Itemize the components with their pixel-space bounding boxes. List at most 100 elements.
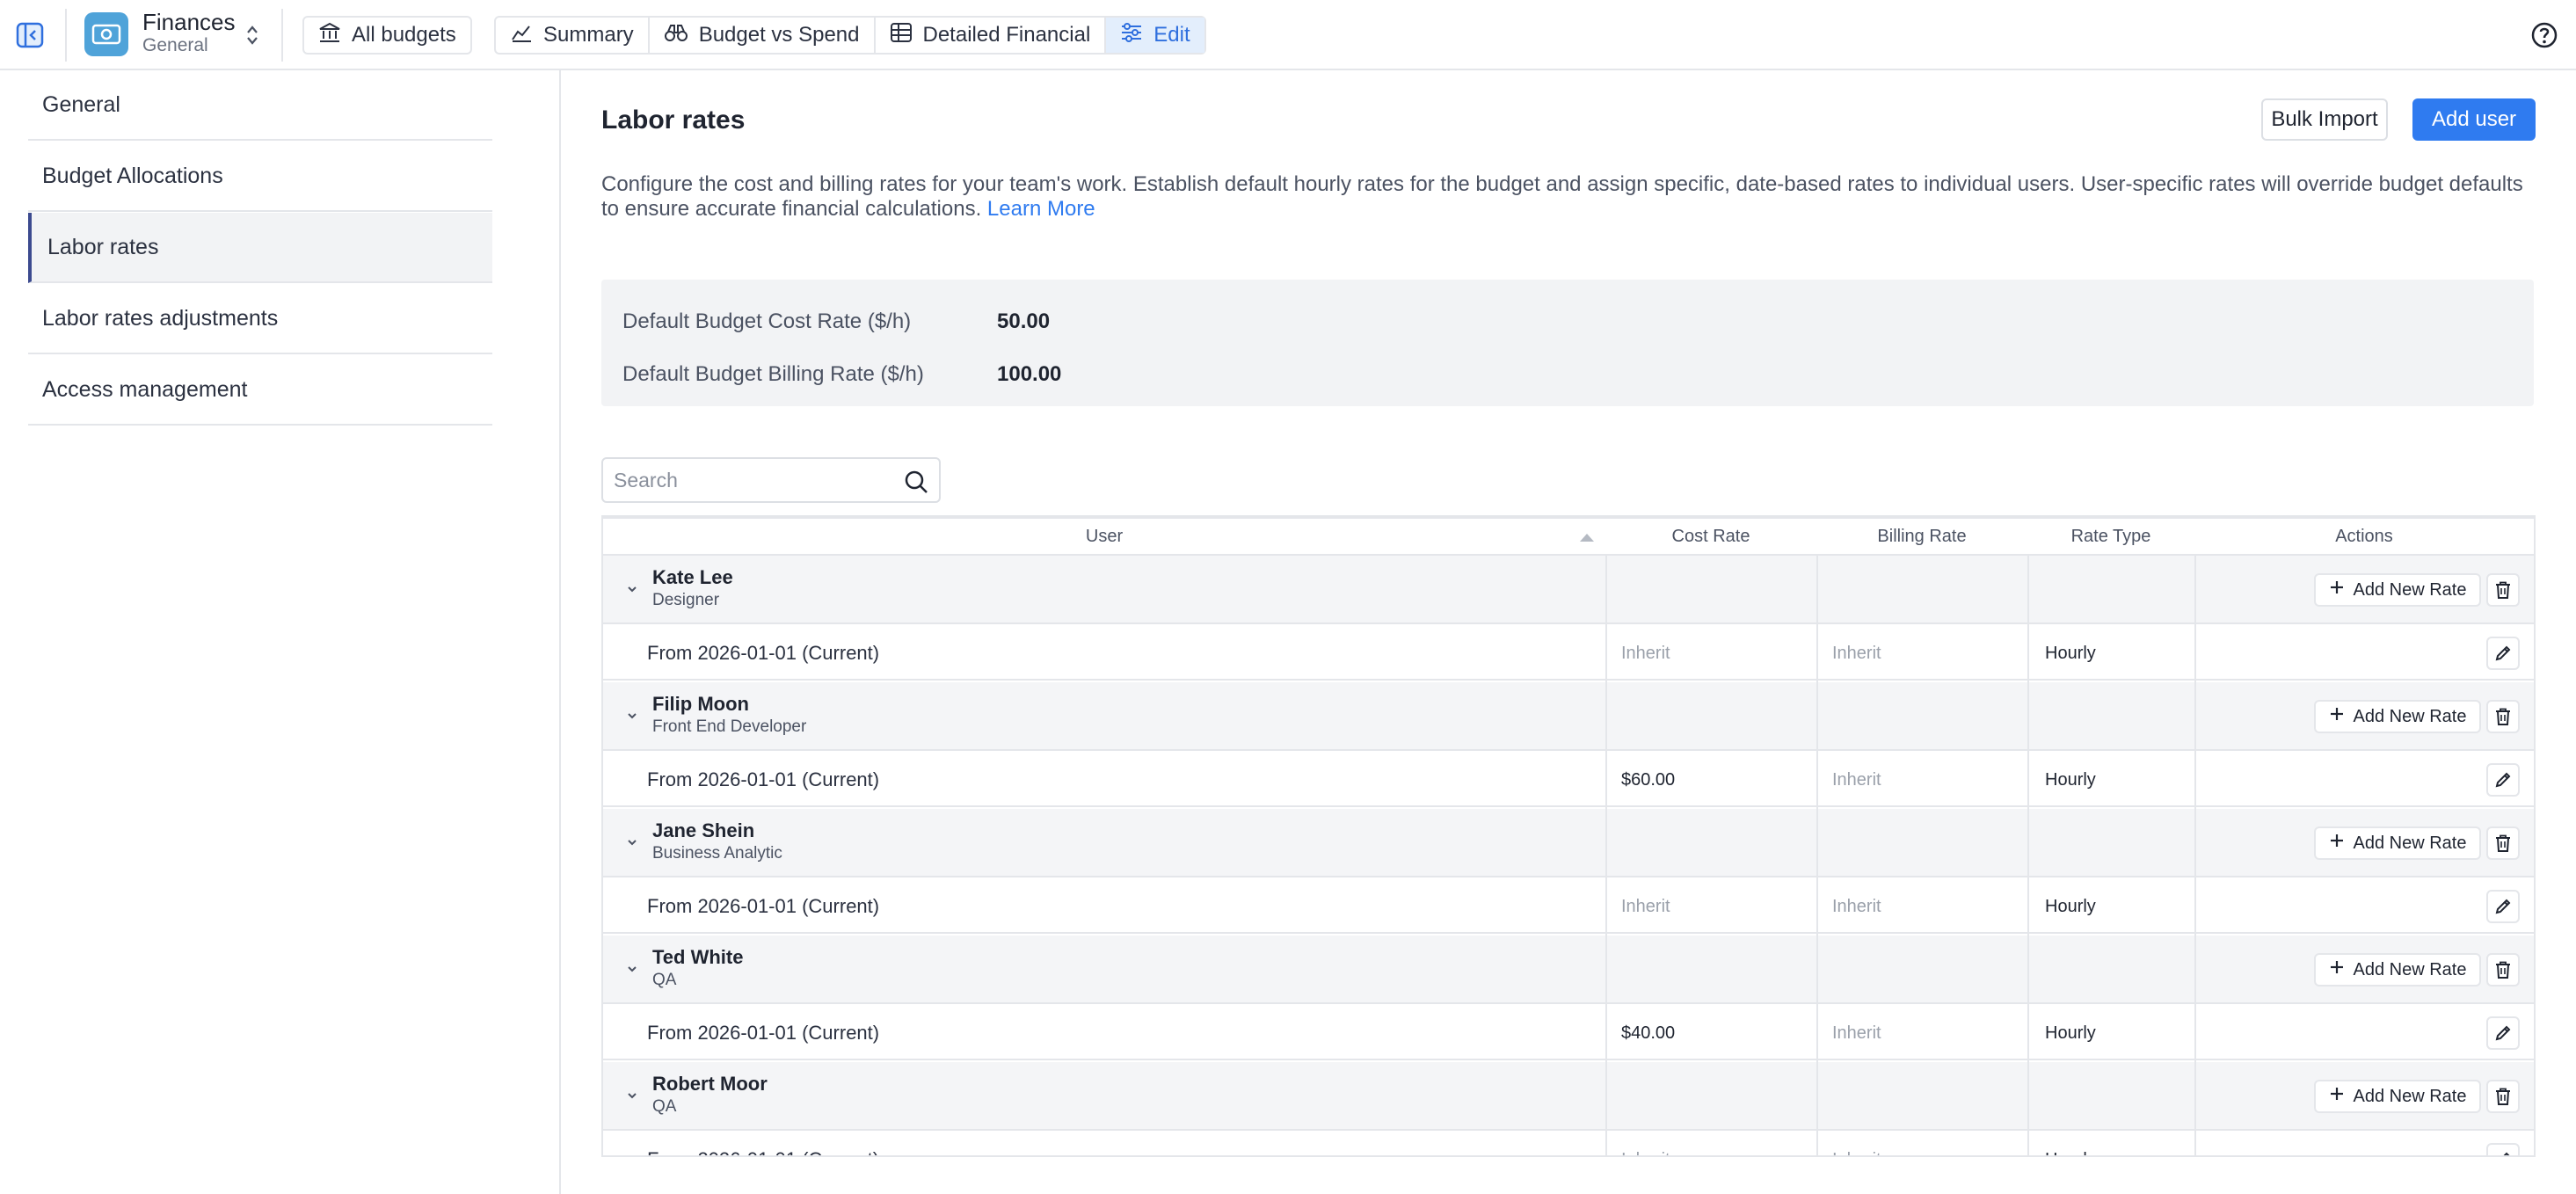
add-new-rate-label: Add New Rate	[2353, 579, 2467, 600]
sidebar-item-labor-rates-adjustments[interactable]: Labor rates adjustments	[28, 284, 492, 354]
column-divider	[1605, 556, 1607, 1155]
table-icon	[890, 22, 913, 49]
search-icon[interactable]	[902, 468, 930, 496]
bulk-import-button[interactable]: Bulk Import	[2261, 98, 2388, 141]
tab-edit[interactable]: Edit	[1106, 18, 1204, 53]
chevron-down-icon[interactable]	[626, 1088, 638, 1099]
chevron-down-icon[interactable]	[626, 962, 638, 972]
settings-sidebar: General Budget Allocations Labor rates L…	[0, 70, 561, 1194]
rate-type: Hourly	[2045, 644, 2096, 663]
tab-summary-label: Summary	[543, 23, 634, 47]
trash-icon[interactable]	[2486, 700, 2520, 733]
add-new-rate-button[interactable]: Add New Rate	[2314, 573, 2481, 607]
add-new-rate-label: Add New Rate	[2353, 706, 2467, 726]
search-box	[601, 457, 941, 503]
chevron-down-icon[interactable]	[626, 709, 638, 719]
add-new-rate-button[interactable]: Add New Rate	[2314, 700, 2481, 733]
all-budgets-label: All budgets	[352, 23, 456, 47]
binoculars-icon	[664, 22, 688, 49]
user-role: QA	[652, 971, 677, 989]
app-workspace[interactable]: General	[142, 35, 208, 56]
user-role: Business Analytic	[652, 844, 782, 863]
default-billing-rate-label: Default Budget Billing Rate ($/h)	[622, 362, 924, 386]
add-new-rate-label: Add New Rate	[2353, 1086, 2467, 1106]
column-header-user[interactable]: User	[603, 519, 1605, 554]
user-name: Ted White	[652, 946, 744, 968]
table-header: User Cost Rate Billing Rate Rate Type Ac…	[603, 519, 2534, 556]
sidebar-item-access-management[interactable]: Access management	[28, 355, 492, 426]
user-group-row: Robert Moor QA Add New Rate	[603, 1062, 2534, 1131]
default-rates-panel: Default Budget Cost Rate ($/h) 50.00 Def…	[601, 280, 2534, 406]
view-tabs: Summary Budget vs Spend Detailed Financi…	[494, 16, 1206, 55]
user-group-row: Kate Lee Designer Add New Rate	[603, 556, 2534, 624]
rate-billing: Inherit	[1832, 644, 1881, 663]
user-group-row: Jane Shein Business Analytic Add New Rat…	[603, 809, 2534, 877]
app-name[interactable]: Finances	[142, 9, 236, 36]
user-name: Kate Lee	[652, 566, 733, 588]
divider	[65, 9, 67, 62]
pencil-icon[interactable]	[2486, 1143, 2520, 1155]
plus-icon	[2329, 706, 2345, 727]
help-icon[interactable]	[2529, 19, 2560, 51]
column-header-billing-rate: Billing Rate	[1877, 526, 1967, 546]
column-divider	[2027, 556, 2029, 1155]
rate-cost: Inherit	[1621, 1150, 1670, 1155]
rate-cost: $60.00	[1621, 770, 1676, 790]
default-billing-rate-value: 100.00	[997, 362, 1062, 386]
description-text: Configure the cost and billing rates for…	[601, 172, 2523, 221]
pencil-icon[interactable]	[2486, 1016, 2520, 1050]
chevron-down-icon[interactable]	[626, 835, 638, 846]
tab-edit-label: Edit	[1153, 23, 1190, 47]
bank-icon	[318, 22, 341, 49]
tab-budget-vs-spend[interactable]: Budget vs Spend	[650, 18, 876, 53]
add-new-rate-label: Add New Rate	[2353, 959, 2467, 979]
top-bar: Finances General All budgets Summary Bud…	[0, 0, 2576, 70]
sidebar-item-labor-rates[interactable]: Labor rates	[28, 213, 492, 283]
sidebar-toggle-icon[interactable]	[14, 19, 46, 51]
add-new-rate-button[interactable]: Add New Rate	[2314, 1080, 2481, 1113]
chevron-updown-icon[interactable]	[241, 21, 264, 49]
user-name: Filip Moon	[652, 693, 749, 715]
sort-ascending-icon[interactable]	[1579, 531, 1595, 542]
divider	[281, 9, 283, 62]
money-icon	[84, 12, 128, 56]
all-budgets-button[interactable]: All budgets	[302, 16, 472, 55]
chevron-down-icon[interactable]	[626, 582, 638, 593]
labor-rates-table: User Cost Rate Billing Rate Rate Type Ac…	[601, 515, 2536, 1157]
rate-type: Hourly	[2045, 770, 2096, 790]
user-name: Robert Moor	[652, 1073, 768, 1095]
sidebar-item-budget-allocations[interactable]: Budget Allocations	[28, 142, 492, 212]
rate-cost: Inherit	[1621, 897, 1670, 916]
user-group-row: Ted White QA Add New Rate	[603, 936, 2534, 1004]
plus-icon	[2329, 579, 2345, 601]
rate-row: From 2026-01-01 (Current) Inherit Inheri…	[603, 1132, 2534, 1155]
rate-from: From 2026-01-01 (Current)	[647, 642, 880, 664]
chart-icon	[510, 22, 533, 49]
rate-row: From 2026-01-01 (Current) $60.00 Inherit…	[603, 753, 2534, 807]
tab-detailed-financial[interactable]: Detailed Financial	[876, 18, 1107, 53]
add-new-rate-button[interactable]: Add New Rate	[2314, 826, 2481, 860]
trash-icon[interactable]	[2486, 1080, 2520, 1113]
trash-icon[interactable]	[2486, 826, 2520, 860]
search-input[interactable]	[614, 466, 895, 494]
trash-icon[interactable]	[2486, 573, 2520, 607]
pencil-icon[interactable]	[2486, 763, 2520, 797]
add-new-rate-button[interactable]: Add New Rate	[2314, 953, 2481, 987]
tab-summary[interactable]: Summary	[496, 18, 650, 53]
add-user-button[interactable]: Add user	[2412, 98, 2536, 141]
rate-row: From 2026-01-01 (Current) Inherit Inheri…	[603, 626, 2534, 681]
default-cost-rate-value: 50.00	[997, 309, 1051, 333]
trash-icon[interactable]	[2486, 953, 2520, 987]
sidebar-item-general[interactable]: General	[28, 70, 492, 141]
rate-from: From 2026-01-01 (Current)	[647, 768, 880, 790]
default-cost-rate-label: Default Budget Cost Rate ($/h)	[622, 309, 912, 333]
column-header-cost-rate: Cost Rate	[1671, 526, 1750, 546]
pencil-icon[interactable]	[2486, 890, 2520, 923]
column-header-actions: Actions	[2335, 526, 2393, 546]
user-role: Front End Developer	[652, 717, 807, 736]
rate-type: Hourly	[2045, 1023, 2096, 1043]
user-role: Designer	[652, 591, 720, 609]
sliders-icon	[1120, 22, 1143, 49]
learn-more-link[interactable]: Learn More	[987, 197, 1095, 221]
pencil-icon[interactable]	[2486, 637, 2520, 670]
